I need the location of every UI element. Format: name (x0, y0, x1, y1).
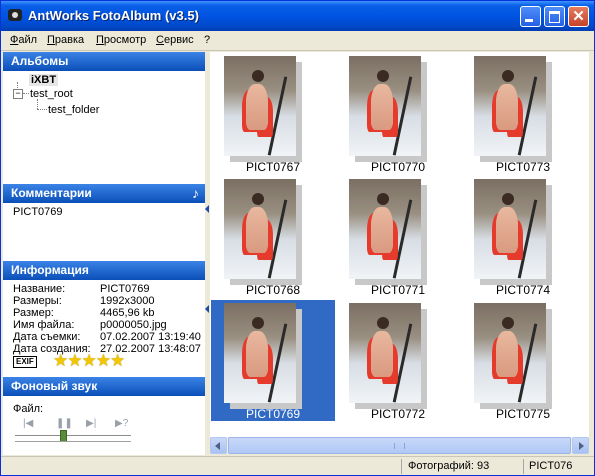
collapse-left-icon[interactable] (205, 205, 209, 213)
info-key: Дата съемки: (13, 331, 81, 343)
close-button[interactable]: ✕ (568, 6, 589, 27)
menu-service[interactable]: Сервис (156, 34, 194, 46)
thumbnail-item[interactable]: PICT0775 (461, 300, 585, 421)
star-icon[interactable]: ★ (96, 351, 111, 370)
thumbnail-item[interactable]: PICT0771 (336, 176, 460, 297)
rating-stars[interactable]: ★★★★★ (53, 351, 125, 371)
collapse-left-icon[interactable] (205, 305, 209, 313)
star-icon[interactable]: ★ (67, 351, 82, 370)
sound-file-label: Файл: (13, 403, 44, 415)
thumbnail-caption: PICT0767 (245, 160, 301, 174)
photo-thumbnail[interactable] (349, 56, 421, 156)
pause-icon[interactable]: ❚❚ (56, 418, 73, 429)
thumbnail-item-selected[interactable]: PICT0769 (211, 300, 335, 421)
star-icon[interactable]: ★ (82, 351, 97, 370)
thumbnail-caption: PICT0769 (245, 407, 301, 421)
info-key: Имя файла: (13, 319, 75, 331)
sound-header-label: Фоновый звук (11, 379, 98, 393)
info-key: Размер: (13, 307, 54, 319)
thumbnail-caption: PICT0773 (495, 160, 551, 174)
thumbnail-item[interactable]: PICT0770 (336, 53, 460, 174)
slider-ticks (15, 441, 131, 446)
prev-icon[interactable]: |◀ (23, 418, 33, 429)
info-value: p0000050.jpg (100, 319, 167, 331)
menu-help[interactable]: ? (204, 34, 210, 46)
horizontal-scrollbar[interactable] (210, 437, 589, 454)
left-panel: Альбомы iXBT − test_root test_folder Ком… (3, 52, 205, 455)
comments-header-label: Комментарии (11, 186, 92, 200)
info-value: 1992x3000 (100, 295, 155, 307)
thumbnail-caption: PICT0774 (495, 283, 551, 297)
tree-line (23, 93, 29, 94)
photo-thumbnail[interactable] (474, 56, 546, 156)
info-value: 4465,96 kb (100, 307, 155, 319)
photo-thumbnail[interactable] (349, 303, 421, 403)
tree-line (37, 99, 38, 109)
info-value: 07.02.2007 13:19:40 (100, 331, 201, 343)
minimize-button[interactable] (520, 6, 541, 27)
thumbnail-grid: PICT0767 PICT0770 PICT0773 PICT0768 PICT… (210, 52, 589, 437)
comments-text[interactable]: PICT0769 (3, 204, 205, 262)
maximize-button[interactable] (544, 6, 565, 27)
albums-header-label: Альбомы (11, 54, 69, 68)
tree-item-ixbt[interactable]: iXBT (29, 74, 59, 86)
thumbnail-caption: PICT0772 (370, 407, 426, 421)
sound-header: Фоновый звук (3, 377, 205, 396)
title-bar[interactable]: AntWorks FotoAlbum (v3.5) ✕ (1, 1, 594, 31)
thumbnail-item[interactable]: PICT0772 (336, 300, 460, 421)
sound-slider-track[interactable] (15, 435, 131, 439)
menu-file[interactable]: Файл (10, 34, 37, 46)
menu-bar: Файл Правка Просмотр Сервис ? (1, 31, 594, 51)
photo-thumbnail[interactable] (224, 303, 296, 403)
photo-thumbnail[interactable] (349, 179, 421, 279)
album-tree: iXBT − test_root test_folder (3, 72, 205, 182)
close-icon: ✕ (572, 8, 585, 25)
thumbnail-caption: PICT0770 (370, 160, 426, 174)
menu-edit[interactable]: Правка (47, 34, 84, 46)
status-divider (523, 459, 524, 474)
thumbnail-caption: PICT0771 (370, 283, 426, 297)
tree-item-test-folder[interactable]: test_folder (48, 104, 99, 116)
window-title: AntWorks FotoAlbum (v3.5) (28, 8, 199, 23)
thumbnail-item[interactable]: PICT0767 (211, 53, 335, 174)
camera-icon (8, 9, 22, 21)
status-divider (401, 459, 402, 474)
thumbnail-item[interactable]: PICT0768 (211, 176, 335, 297)
status-bar: Фотографий: 93 PICT076 (1, 456, 594, 475)
thumbnail-item[interactable]: PICT0773 (461, 53, 585, 174)
info-key: Название: (13, 283, 66, 295)
scroll-thumb[interactable] (228, 437, 571, 454)
tree-line (37, 109, 47, 110)
scroll-right-button[interactable] (572, 437, 589, 454)
info-header-label: Информация (11, 263, 89, 277)
comment-value: PICT0769 (13, 206, 63, 218)
scroll-left-button[interactable] (210, 437, 227, 454)
thumbnail-caption: PICT0768 (245, 283, 301, 297)
albums-header: Альбомы (3, 52, 205, 71)
photo-thumbnail[interactable] (474, 179, 546, 279)
star-icon[interactable]: ★ (110, 351, 125, 370)
photo-thumbnail[interactable] (474, 303, 546, 403)
star-icon[interactable]: ★ (53, 351, 68, 370)
photo-thumbnail[interactable] (224, 179, 296, 279)
thumbnail-item[interactable]: PICT0774 (461, 176, 585, 297)
random-icon[interactable]: ▶? (115, 418, 128, 429)
comments-header: Комментарии ♪ (3, 184, 205, 203)
exif-button[interactable]: EXIF (13, 356, 37, 368)
info-key: Размеры: (13, 295, 62, 307)
collapse-icon[interactable]: − (13, 89, 23, 99)
photo-thumbnail[interactable] (224, 56, 296, 156)
music-note-icon[interactable]: ♪ (192, 185, 199, 201)
app-window: AntWorks FotoAlbum (v3.5) ✕ Файл Правка … (0, 0, 595, 476)
info-value: PICT0769 (100, 283, 150, 295)
info-header: Информация (3, 261, 205, 280)
photo-count: Фотографий: 93 (408, 460, 490, 472)
thumbnail-caption: PICT0775 (495, 407, 551, 421)
menu-view[interactable]: Просмотр (96, 34, 146, 46)
current-photo: PICT076 (529, 460, 573, 472)
next-icon[interactable]: ▶| (86, 418, 96, 429)
